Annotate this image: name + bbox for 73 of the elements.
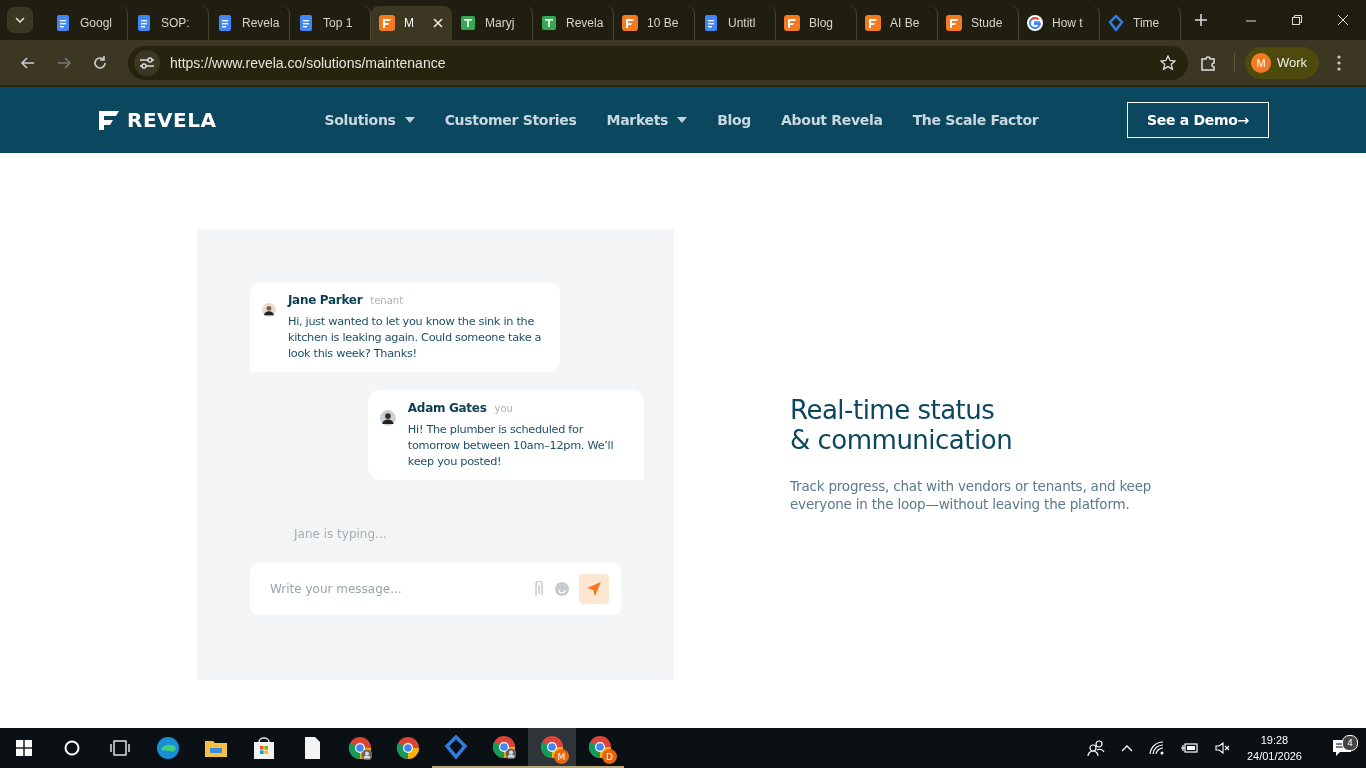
reload-icon — [92, 54, 108, 71]
people-icon — [1086, 740, 1105, 756]
google-icon — [1027, 15, 1043, 31]
profile-button[interactable]: M Work — [1245, 46, 1320, 79]
logo-icon — [379, 15, 395, 31]
logo-icon — [865, 15, 881, 31]
forward-icon — [56, 54, 72, 71]
tab-list-button[interactable] — [7, 7, 33, 33]
browser-swirl-icon — [156, 736, 180, 760]
message-text: Hi! The plumber is scheduled for tomorrow between 10am–12pm. We’ll keep you posted! — [407, 422, 615, 470]
document-icon — [55, 15, 71, 31]
logo-icon — [946, 15, 962, 31]
logo-text[interactable]: REVELA — [127, 108, 217, 132]
browser-tab[interactable]: M — [371, 6, 452, 40]
wifi-icon — [1148, 741, 1165, 755]
document-icon — [217, 15, 233, 31]
profile-badge: D — [602, 749, 617, 764]
chrome-with-person-icon — [492, 735, 516, 759]
nav-link[interactable]: The Scale Factor — [912, 112, 1039, 128]
bookmark-star-button[interactable] — [1160, 54, 1176, 71]
back-icon — [20, 54, 36, 71]
nav-link[interactable]: About Revela — [781, 112, 883, 128]
notification-count: 4 — [1342, 735, 1358, 751]
profile-badge: M — [554, 749, 569, 764]
profile-avatar: M — [1251, 52, 1271, 73]
logo-icon — [622, 15, 638, 31]
logo-mark-icon — [97, 109, 121, 131]
puzzle-icon — [1199, 53, 1217, 72]
smiley-icon — [555, 582, 569, 596]
chevron-up-icon — [1120, 744, 1133, 752]
document-icon — [298, 15, 314, 31]
nav-link[interactable]: Blog — [717, 112, 752, 128]
sender-role: you — [494, 403, 513, 414]
clock-date: 24/01/2026 — [1246, 749, 1302, 764]
demo-button[interactable]: See a Demo→ — [1127, 102, 1269, 138]
more-vertical-icon — [1337, 54, 1342, 71]
close-icon — [1338, 15, 1348, 25]
document-icon — [136, 15, 152, 31]
spreadsheet-icon — [541, 15, 557, 31]
message-text: Hi, just wanted to let you know the sink in the kitchen is leaking again. Could someone take a look this week? Thanks! — [287, 314, 543, 362]
feature-heading: Real-time status & communication — [790, 395, 1014, 455]
spreadsheet-icon — [460, 15, 476, 31]
logo-icon — [784, 15, 800, 31]
sender-role: tenant — [370, 295, 404, 306]
send-icon — [587, 582, 601, 596]
sender-name: Jane Parker — [287, 293, 363, 307]
muted-speaker-icon — [1214, 742, 1231, 754]
restore-icon — [1292, 15, 1302, 25]
feature-description: Track progress, chat with vendors or tenants, and keep everyone in the loop—without leaving the platform. — [790, 477, 1153, 513]
task-view-icon — [110, 740, 130, 756]
battery-icon — [1180, 742, 1199, 754]
message-input[interactable]: Write your message... — [268, 581, 523, 597]
search-circle-icon — [64, 740, 80, 756]
document-icon — [703, 15, 719, 31]
nav-link[interactable]: Customer Stories — [444, 112, 577, 128]
chrome-with-person-icon — [348, 736, 372, 760]
chrome-icon — [396, 736, 420, 760]
site-info-button[interactable] — [134, 49, 160, 76]
sliders-icon — [139, 55, 155, 70]
shopping-bag-icon — [252, 736, 276, 760]
windows-icon — [16, 740, 32, 756]
star-icon — [1160, 54, 1176, 71]
plus-icon — [1195, 14, 1207, 26]
chrome-icon — [540, 735, 564, 759]
chevron-down-icon — [15, 17, 25, 23]
nav-link[interactable]: Markets — [606, 112, 688, 128]
nav-link[interactable]: Solutions — [324, 112, 415, 128]
paperclip-icon — [533, 581, 545, 597]
sender-name: Adam Gates — [407, 401, 487, 415]
clock-time: 19:28 — [1260, 733, 1289, 748]
typing-indicator: Jane is typing... — [294, 527, 388, 541]
address-bar[interactable]: https://www.revela.co/solutions/maintenance — [128, 45, 1188, 80]
close-icon — [433, 18, 443, 28]
